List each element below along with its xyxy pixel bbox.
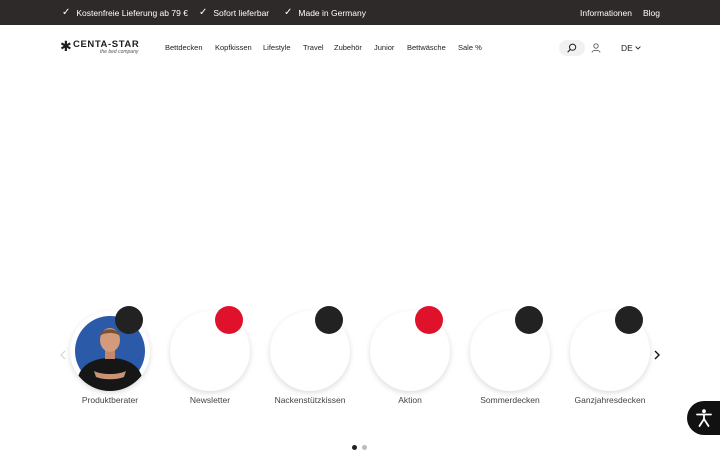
language-label: DE <box>621 43 633 53</box>
blog-link[interactable]: Blog <box>643 0 660 25</box>
main-header: ✱ CENTA-STAR the bed company Bettdecken … <box>0 25 720 70</box>
category-badge <box>615 306 643 334</box>
chevron-right-icon <box>654 350 660 360</box>
check-icon: ✓ <box>284 6 293 18</box>
nav-item-sale[interactable]: Sale % <box>458 25 482 70</box>
usp-label: Sofort lieferbar <box>213 7 270 18</box>
category-badge <box>415 306 443 334</box>
usp-bar: ✓ Kostenfreie Lieferung ab 79 € ✓ Sofort… <box>0 0 720 25</box>
carousel-next-button[interactable] <box>651 348 663 362</box>
category-label: Ganzjahresdecken <box>574 395 646 405</box>
search-icon <box>567 43 577 53</box>
logo-tagline: the bed company <box>100 49 139 55</box>
nav-item-bettdecken[interactable]: Bettdecken <box>165 25 203 70</box>
nav-item-junior[interactable]: Junior <box>374 25 394 70</box>
informationen-link[interactable]: Informationen <box>580 0 632 25</box>
star-logo-icon: ✱ <box>60 38 72 54</box>
usp-label: Kostenfreie Lieferung ab 79 € <box>76 7 188 18</box>
category-badge <box>215 306 243 334</box>
usp-item: ✓ Kostenfreie Lieferung ab 79 € <box>62 0 188 25</box>
language-selector[interactable]: DE <box>621 40 641 56</box>
category-tile-sommerdecken[interactable]: Sommerdecken <box>460 300 560 410</box>
carousel-pagination <box>352 445 367 450</box>
category-badge <box>515 306 543 334</box>
accessibility-button[interactable] <box>687 401 720 435</box>
category-tile-ganzjahresdecken[interactable]: Ganzjahresdecken <box>560 300 660 410</box>
check-icon: ✓ <box>199 6 208 18</box>
category-tile-aktion[interactable]: Aktion <box>360 300 460 410</box>
nav-item-travel[interactable]: Travel <box>303 25 324 70</box>
user-icon <box>591 43 601 53</box>
chevron-down-icon <box>635 46 641 50</box>
account-button[interactable] <box>589 40 603 56</box>
category-tile-produktberater[interactable]: Produktberater <box>60 300 160 410</box>
pagination-dot-active[interactable] <box>352 445 357 450</box>
category-badge <box>315 306 343 334</box>
usp-item: ✓ Sofort lieferbar <box>199 0 269 25</box>
category-tile-newsletter[interactable]: Newsletter <box>160 300 260 410</box>
accessibility-icon <box>696 409 712 427</box>
search-button[interactable] <box>559 40 585 56</box>
nav-item-kopfkissen[interactable]: Kopfkissen <box>215 25 252 70</box>
nav-item-zubehoer[interactable]: Zubehör <box>334 25 362 70</box>
category-badge <box>115 306 143 334</box>
nav-item-lifestyle[interactable]: Lifestyle <box>263 25 291 70</box>
check-icon: ✓ <box>62 6 71 18</box>
category-tile-nackenstuetzkissen[interactable]: Nackenstützkissen <box>260 300 360 410</box>
usp-label: Made in Germany <box>298 7 366 18</box>
centa-star-logo[interactable]: ✱ CENTA-STAR the bed company <box>60 38 150 58</box>
category-carousel: Produktberater Newsletter Nackenstützkis… <box>0 300 720 420</box>
pagination-dot[interactable] <box>362 445 367 450</box>
nav-item-bettwaesche[interactable]: Bettwäsche <box>407 25 446 70</box>
usp-item: ✓ Made in Germany <box>284 0 366 25</box>
